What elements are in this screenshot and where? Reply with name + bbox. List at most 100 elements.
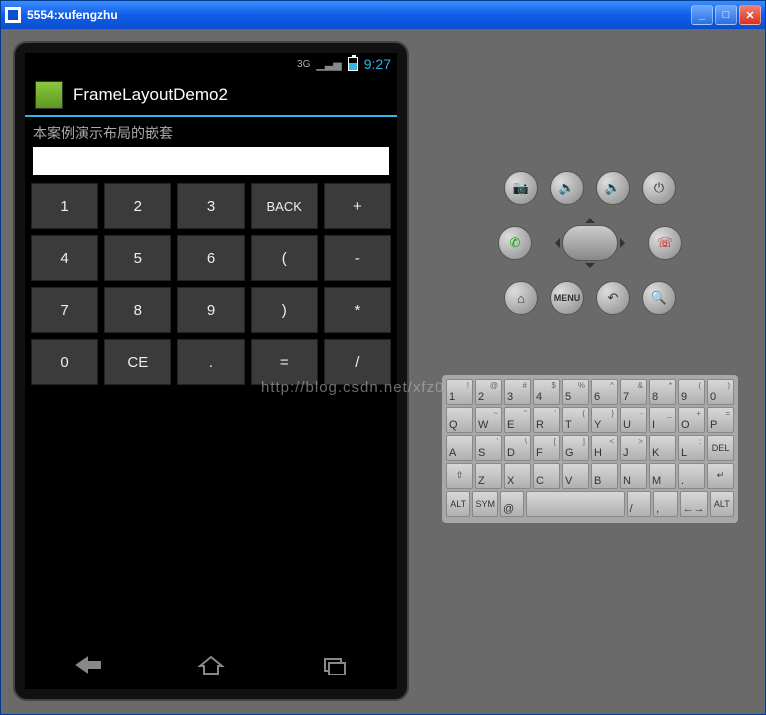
home-icon[interactable] [196,654,226,681]
window-titlebar: 5554:xufengzhu _ □ ✕ [1,1,765,29]
dpad-center[interactable] [562,225,618,261]
vkey-T[interactable]: T{ [562,407,589,433]
vkey-alt-left[interactable]: ALT [446,491,470,517]
result-input[interactable] [33,147,389,175]
vkey-V[interactable]: V [562,463,589,489]
status-bar: 3G ▁▃▅ 9:27 [25,53,397,75]
key-multiply[interactable]: * [324,287,391,333]
vkey-space[interactable] [526,491,624,517]
key-3[interactable]: 3 [177,183,244,229]
key-1[interactable]: 1 [31,183,98,229]
vkey-arrows[interactable]: ←→ [680,491,708,517]
back-hw-button[interactable]: ↶ [596,281,630,315]
key-lparen[interactable]: ( [251,235,318,281]
device-screen: 3G ▁▃▅ 9:27 FrameLayoutDemo2 本案例演示布局的嵌套 … [25,53,397,689]
vkey-8[interactable]: 8* [649,379,676,405]
vkey-Z[interactable]: Z [475,463,502,489]
virtual-keyboard: 1!2@3#4$5%6^7&8*9(0) QW~E"R'T{Y}U-I_O+P=… [442,375,738,523]
vkey-M[interactable]: M [649,463,676,489]
volume-up-button[interactable]: 🔊 [596,171,630,205]
vkey-H[interactable]: H< [591,435,618,461]
battery-icon [348,57,358,71]
key-5[interactable]: 5 [104,235,171,281]
vkey-alt-right[interactable]: ALT [710,491,734,517]
signal-bars-icon: ▁▃▅ [316,58,341,71]
vkey-sym[interactable]: SYM [472,491,498,517]
key-6[interactable]: 6 [177,235,244,281]
subtitle-label: 本案例演示布局的嵌套 [29,121,393,145]
vkey-D[interactable]: D\ [504,435,531,461]
vkey-1[interactable]: 1! [446,379,473,405]
vkey-U[interactable]: U- [620,407,647,433]
vkey-0[interactable]: 0) [707,379,734,405]
home-hw-button[interactable]: ⌂ [504,281,538,315]
end-call-button[interactable]: ☏ [648,226,682,260]
vkey-S[interactable]: S' [475,435,502,461]
vkey-A[interactable]: A [446,435,473,461]
vkey-period[interactable]: . [678,463,705,489]
dpad-left-icon[interactable] [550,238,560,248]
vkey-5[interactable]: 5% [562,379,589,405]
recents-icon[interactable] [320,655,350,680]
key-equals[interactable]: = [251,339,318,385]
vkey-slash[interactable]: / [627,491,651,517]
vkey-2[interactable]: 2@ [475,379,502,405]
vkey-enter[interactable]: ↵ [707,463,734,489]
key-plus[interactable]: + [324,183,391,229]
dpad-up-icon[interactable] [585,213,595,223]
minimize-button[interactable]: _ [691,5,713,25]
vkey-F[interactable]: F[ [533,435,560,461]
vkey-K[interactable]: K [649,435,676,461]
key-8[interactable]: 8 [104,287,171,333]
vkey-at[interactable]: @ [500,491,524,517]
vkey-R[interactable]: R' [533,407,560,433]
volume-down-button[interactable]: 🔉 [550,171,584,205]
vkey-X[interactable]: X [504,463,531,489]
vkey-W[interactable]: W~ [475,407,502,433]
vkey-Q[interactable]: Q [446,407,473,433]
key-divide[interactable]: / [324,339,391,385]
menu-hw-button[interactable]: MENU [550,281,584,315]
nav-bar [25,645,397,689]
vkey-9[interactable]: 9( [678,379,705,405]
maximize-button[interactable]: □ [715,5,737,25]
call-button[interactable]: ✆ [498,226,532,260]
key-ce[interactable]: CE [104,339,171,385]
vkey-L[interactable]: L: [678,435,705,461]
vkey-G[interactable]: G] [562,435,589,461]
power-button[interactable]: ⏻ [642,171,676,205]
vkey-P[interactable]: P= [707,407,734,433]
back-icon[interactable] [72,655,102,680]
key-minus[interactable]: - [324,235,391,281]
vkey-C[interactable]: C [533,463,560,489]
vkey-N[interactable]: N [620,463,647,489]
key-7[interactable]: 7 [31,287,98,333]
dpad-right-icon[interactable] [620,238,630,248]
vkey-3[interactable]: 3# [504,379,531,405]
vkey-4[interactable]: 4$ [533,379,560,405]
search-hw-button[interactable]: 🔍 [642,281,676,315]
key-4[interactable]: 4 [31,235,98,281]
vkey-del[interactable]: DEL [707,435,734,461]
status-clock: 9:27 [364,56,391,72]
key-back[interactable]: BACK [251,183,318,229]
vkey-shift[interactable]: ⇧ [446,463,473,489]
key-2[interactable]: 2 [104,183,171,229]
vkey-Y[interactable]: Y} [591,407,618,433]
key-0[interactable]: 0 [31,339,98,385]
close-button[interactable]: ✕ [739,5,761,25]
vkey-7[interactable]: 7& [620,379,647,405]
vkey-B[interactable]: B [591,463,618,489]
camera-button[interactable]: 📷 [504,171,538,205]
vkey-I[interactable]: I_ [649,407,676,433]
vkey-comma[interactable]: , [653,491,677,517]
vkey-6[interactable]: 6^ [591,379,618,405]
key-9[interactable]: 9 [177,287,244,333]
vkey-O[interactable]: O+ [678,407,705,433]
key-rparen[interactable]: ) [251,287,318,333]
dpad[interactable] [544,215,636,271]
dpad-down-icon[interactable] [585,263,595,273]
vkey-E[interactable]: E" [504,407,531,433]
vkey-J[interactable]: J> [620,435,647,461]
key-dot[interactable]: . [177,339,244,385]
